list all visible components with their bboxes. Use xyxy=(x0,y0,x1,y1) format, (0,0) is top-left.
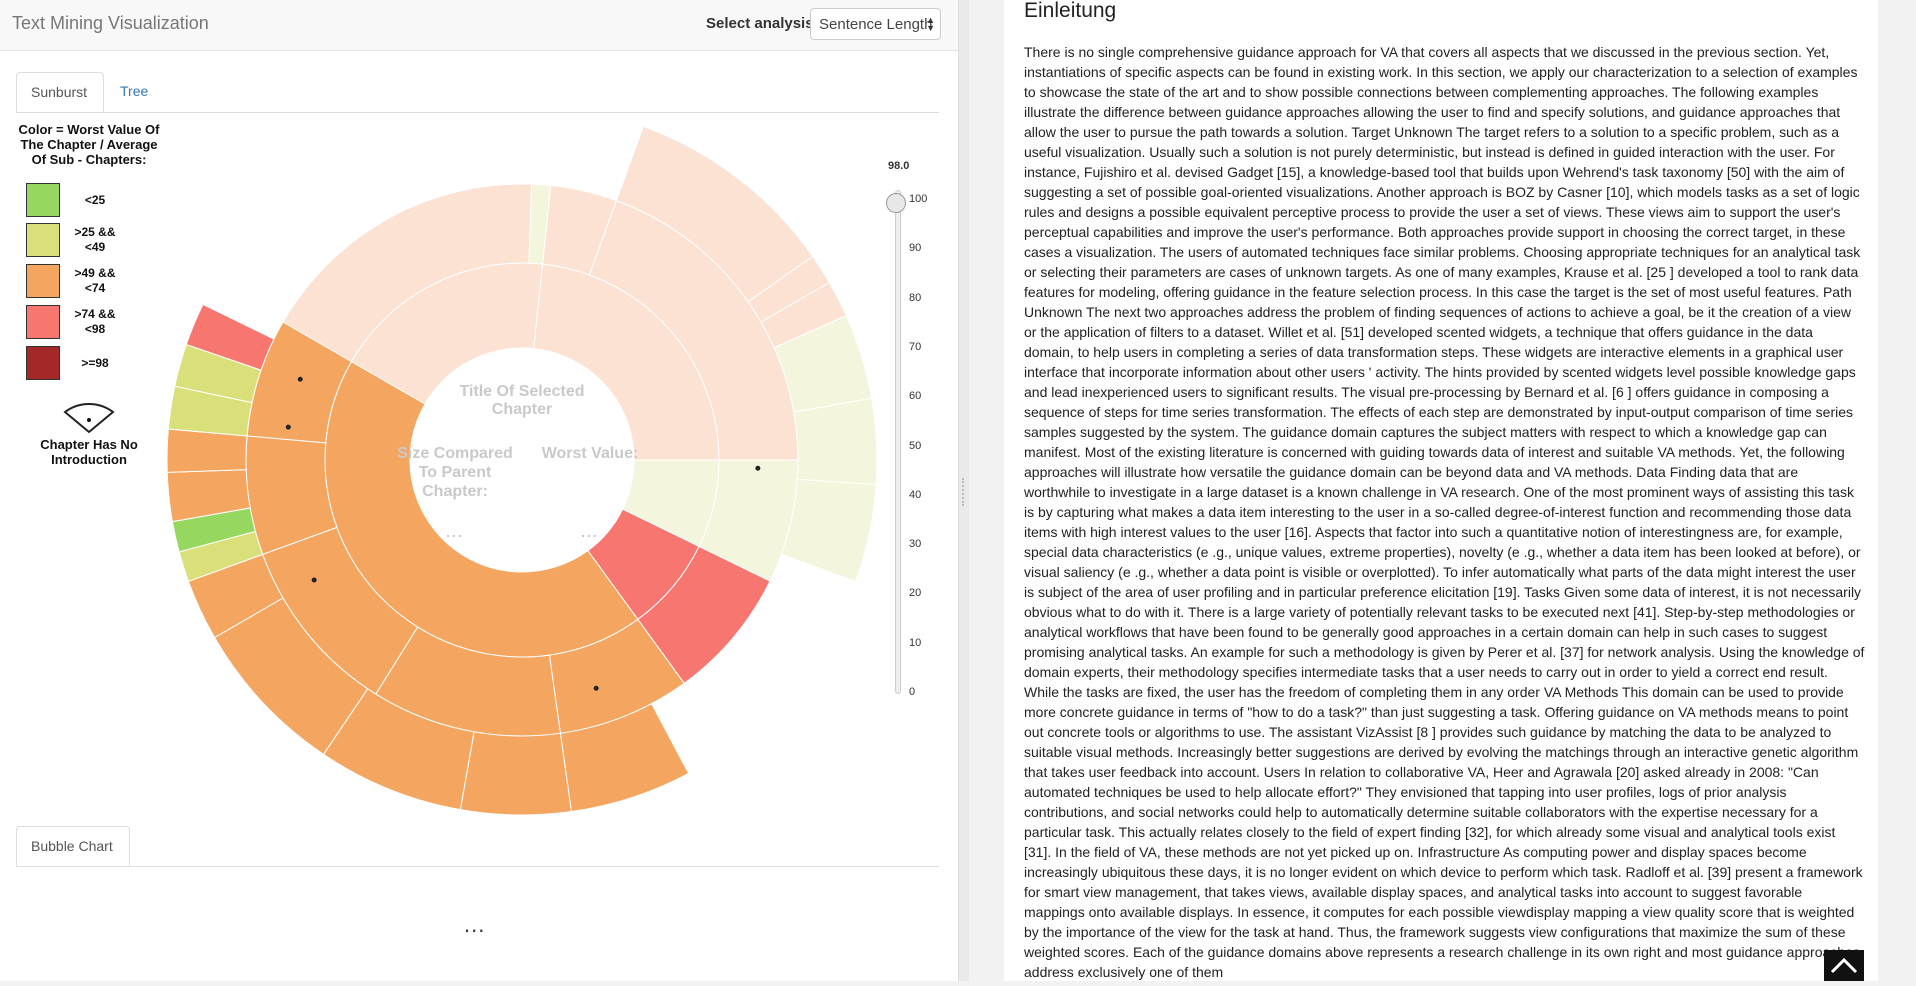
chevron-up-icon xyxy=(1830,957,1858,974)
slider-tick-label: 100 xyxy=(909,193,928,205)
bubble-tabs: Bubble Chart xyxy=(16,826,939,867)
slider-tick-label: 80 xyxy=(909,291,922,304)
slider-tick-label: 0 xyxy=(909,686,916,698)
document-panel: Einleitung There is no single comprehens… xyxy=(1004,0,1878,981)
slider-tick-label: 50 xyxy=(909,439,922,452)
sunburst-arcs xyxy=(166,125,878,816)
left-panel: Text Mining Visualization Select analysi… xyxy=(0,0,958,981)
slider-tick-label: 90 xyxy=(909,242,922,255)
sunburst-segment[interactable] xyxy=(459,731,572,816)
no-introduction-marker xyxy=(593,685,599,691)
slider-tick-label: 60 xyxy=(909,390,922,403)
sunburst-segment[interactable] xyxy=(780,478,877,583)
slider-tick-label: 40 xyxy=(909,488,922,501)
no-introduction-marker xyxy=(755,465,761,471)
slider-tick-label: 20 xyxy=(909,587,922,600)
no-introduction-marker xyxy=(297,376,303,382)
slider-tick-label: 70 xyxy=(909,340,922,353)
slider-value: 98.0 xyxy=(888,160,910,172)
section-heading: Einleitung xyxy=(1024,0,1117,22)
threshold-slider-handle[interactable] xyxy=(886,193,906,213)
no-introduction-marker xyxy=(311,577,317,583)
resize-grip-icon[interactable] xyxy=(962,478,966,506)
slider-tick-label: 30 xyxy=(909,538,922,551)
worst-value-label: Worst Value: xyxy=(542,445,639,462)
slider-tick-label: 10 xyxy=(909,636,922,649)
section-body-text: There is no single comprehensive guidanc… xyxy=(1024,44,1865,980)
worst-value: ... xyxy=(581,524,599,540)
bubble-chart-placeholder: ... xyxy=(464,912,486,937)
no-introduction-marker xyxy=(285,424,291,430)
scroll-to-top-button[interactable] xyxy=(1824,950,1864,981)
size-value: ... xyxy=(446,524,464,540)
tab-bubble-chart[interactable]: Bubble Chart xyxy=(16,826,130,866)
sunburst-segment[interactable] xyxy=(793,397,878,486)
threshold-slider-track[interactable] xyxy=(895,190,901,694)
center-title: Title Of Selected Chapter xyxy=(459,383,584,418)
sunburst-segment[interactable] xyxy=(166,428,248,473)
sunburst-chart: Title Of Selected Chapter Size Compared To… xyxy=(166,125,878,816)
